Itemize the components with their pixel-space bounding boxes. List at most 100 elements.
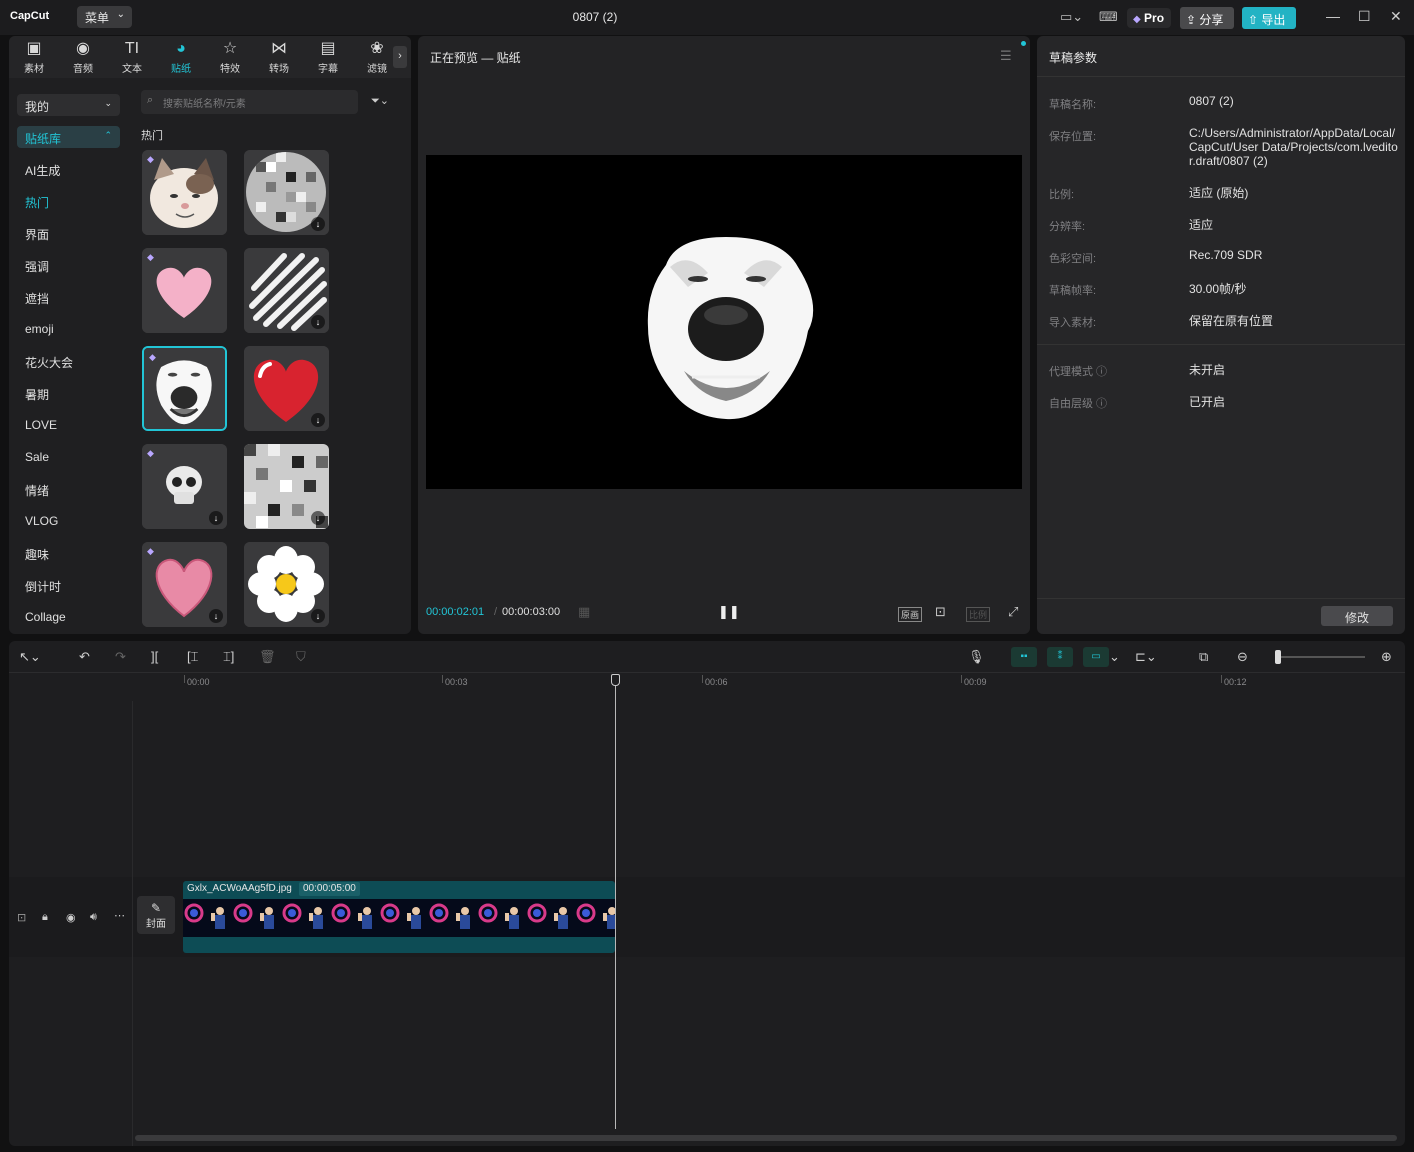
ruler-tick (184, 675, 185, 683)
category-item[interactable]: Sale (25, 450, 49, 464)
mine-dropdown[interactable]: 我的 ⌄ (17, 94, 120, 116)
select-tool-icon[interactable]: ↖⌄ (19, 649, 41, 665)
lock-icon[interactable]: 🔒︎ (42, 911, 48, 924)
sticker-library-dropdown[interactable]: 贴纸库 ⌃ (17, 126, 120, 148)
drawn-heart-sticker[interactable]: ◆ ↓ (142, 542, 227, 627)
download-icon[interactable]: ↓ (209, 609, 223, 623)
skull-sticker[interactable]: ◆ ↓ (142, 444, 227, 529)
main-track-magnet-icon[interactable]: ▪▪ (1011, 647, 1037, 667)
category-item[interactable]: LOVE (25, 418, 57, 432)
category-item[interactable]: 暑期 (25, 386, 49, 403)
redo-icon[interactable]: ↷ (115, 649, 126, 665)
category-item[interactable]: 界面 (25, 226, 49, 243)
pro-button[interactable]: ◆ Pro (1127, 8, 1171, 28)
shield-icon[interactable]: ⛉ (296, 649, 306, 665)
sticker-panel: › 我的 ⌄ 贴纸库 ⌃ ⌕ 搜索贴纸名称/元素 ⏷⌄ 热门 ◆ ↓ ◆ ↓ ◆… (9, 36, 411, 634)
tab-transition[interactable]: ⋈ 转场 (258, 40, 300, 75)
preview-axis-icon[interactable]: ⊏⌄ (1135, 649, 1157, 665)
category-item[interactable]: 热门 (25, 194, 49, 211)
tab-media[interactable]: ▣ 素材 (13, 40, 55, 75)
category-item[interactable]: Collage (25, 610, 66, 624)
category-item[interactable]: VLOG (25, 514, 58, 528)
cat-face-sticker[interactable]: ◆ (142, 150, 227, 235)
layout-icon[interactable]: ▭⌄ (1060, 9, 1083, 25)
current-timecode: 00:00:02:01 (426, 606, 485, 618)
pause-icon[interactable]: ❚❚ (718, 604, 740, 620)
filmstrip-frame (355, 899, 379, 937)
horizontal-scrollbar[interactable] (135, 1135, 1397, 1141)
tab-effects[interactable]: ☆ 特效 (209, 40, 251, 75)
tab-audio[interactable]: ◉ 音频 (62, 40, 104, 75)
tab-label: 特效 (220, 64, 240, 75)
original-quality-button[interactable]: 原画 (898, 607, 923, 622)
download-icon[interactable]: ↓ (311, 609, 325, 623)
microphone-icon[interactable]: 🎙 (968, 649, 985, 665)
export-button[interactable]: ⇧ 导出 (1242, 7, 1296, 29)
download-icon[interactable]: ↓ (311, 511, 325, 525)
zoom-in-icon[interactable]: ⊕ (1381, 649, 1392, 665)
download-icon[interactable]: ↓ (311, 217, 325, 231)
category-item[interactable]: emoji (25, 322, 54, 336)
playhead-line[interactable] (615, 674, 616, 1129)
video-clip[interactable]: Gxlx_ACWoAAg5fD.jpg 00:00:05:00 (183, 881, 615, 953)
minimize-icon[interactable]: — (1326, 8, 1340, 24)
modify-button[interactable]: 修改 (1321, 606, 1393, 626)
cover-button[interactable]: ✎ 封面 (137, 896, 175, 934)
zoom-slider-track[interactable] (1277, 656, 1365, 658)
share-button[interactable]: ⇪ 分享 (1180, 7, 1234, 29)
undo-icon[interactable]: ↶ (79, 649, 90, 665)
shortcut-icon[interactable]: ⌨ (1099, 9, 1118, 25)
category-item[interactable]: 趣味 (25, 546, 49, 563)
clip-duration: 00:00:05:00 (299, 882, 360, 896)
share-label: 分享 (1199, 13, 1224, 27)
preview-canvas[interactable] (426, 155, 1022, 489)
zoom-slider-handle[interactable] (1275, 650, 1281, 664)
upload-icon: ⇧ (1248, 13, 1259, 27)
tab-sticker[interactable]: ◕ 贴纸 (160, 40, 202, 75)
tab-text[interactable]: TI 文本 (111, 40, 153, 75)
eye-icon[interactable]: ◉ (66, 911, 76, 924)
red-heart-sticker[interactable]: ↓ (244, 346, 329, 431)
tab-filter[interactable]: ❀ 滤镜 (356, 40, 398, 75)
close-icon[interactable]: ✕ (1390, 8, 1402, 25)
chevron-down-icon[interactable]: ⌄ (1109, 649, 1120, 665)
effects-icon: ☆ (222, 40, 238, 57)
split-icon[interactable]: ][ (151, 649, 158, 664)
volume-icon[interactable]: 🔊︎ (90, 911, 97, 924)
scribble-sticker[interactable]: ↓ (244, 248, 329, 333)
category-item[interactable]: 倒计时 (25, 578, 61, 595)
tab-caption[interactable]: ▤ 字幕 (307, 40, 349, 75)
pink-heart-sticker[interactable]: ◆ (142, 248, 227, 333)
category-item[interactable]: 强调 (25, 258, 49, 275)
dog-face-sticker[interactable]: ◆ (142, 346, 227, 431)
download-icon[interactable]: ↓ (209, 511, 223, 525)
maximize-icon[interactable]: ☐ (1358, 8, 1371, 25)
split-left-icon[interactable]: [⌶ (187, 649, 198, 665)
preview-title: 正在预览 — 贴纸 (430, 51, 521, 65)
filter-icon[interactable]: ⏷⌄ (371, 94, 389, 108)
ratio-button[interactable]: 比例 (966, 607, 991, 622)
waveform-icon[interactable]: ▦ (578, 604, 590, 620)
fullscreen-icon[interactable]: ⤢ (1008, 604, 1018, 620)
linkage-icon[interactable]: ▭ (1083, 647, 1109, 667)
category-item[interactable]: 花火大会 (25, 354, 73, 371)
split-right-icon[interactable]: ⌶] (223, 649, 234, 665)
zoom-fit-icon[interactable]: ⊡ (935, 604, 946, 620)
download-icon[interactable]: ↓ (311, 315, 325, 329)
pixel-square-sticker[interactable]: ↓ (244, 444, 329, 529)
category-item[interactable]: 遮挡 (25, 290, 49, 307)
playhead-handle[interactable] (611, 674, 620, 686)
delete-icon[interactable]: 🗑 (259, 649, 276, 665)
ruler-tick (442, 675, 443, 683)
more-icon[interactable]: ⋯ (114, 909, 125, 922)
daisy-sticker[interactable]: ↓ (244, 542, 329, 627)
menu-icon[interactable]: ☰ (1000, 48, 1012, 64)
category-item[interactable]: 情绪 (25, 482, 49, 499)
pixel-circle-sticker[interactable]: ↓ (244, 150, 329, 235)
download-icon[interactable]: ↓ (311, 413, 325, 427)
category-item[interactable]: AI生成 (25, 162, 60, 179)
zoom-out-icon[interactable]: ⊖ (1237, 649, 1248, 665)
auto-snap-icon[interactable]: ⁑ (1047, 647, 1073, 667)
fit-timeline-icon[interactable]: ⧉ (1199, 649, 1208, 665)
sticker-search-input[interactable]: ⌕ 搜索贴纸名称/元素 (141, 90, 358, 114)
